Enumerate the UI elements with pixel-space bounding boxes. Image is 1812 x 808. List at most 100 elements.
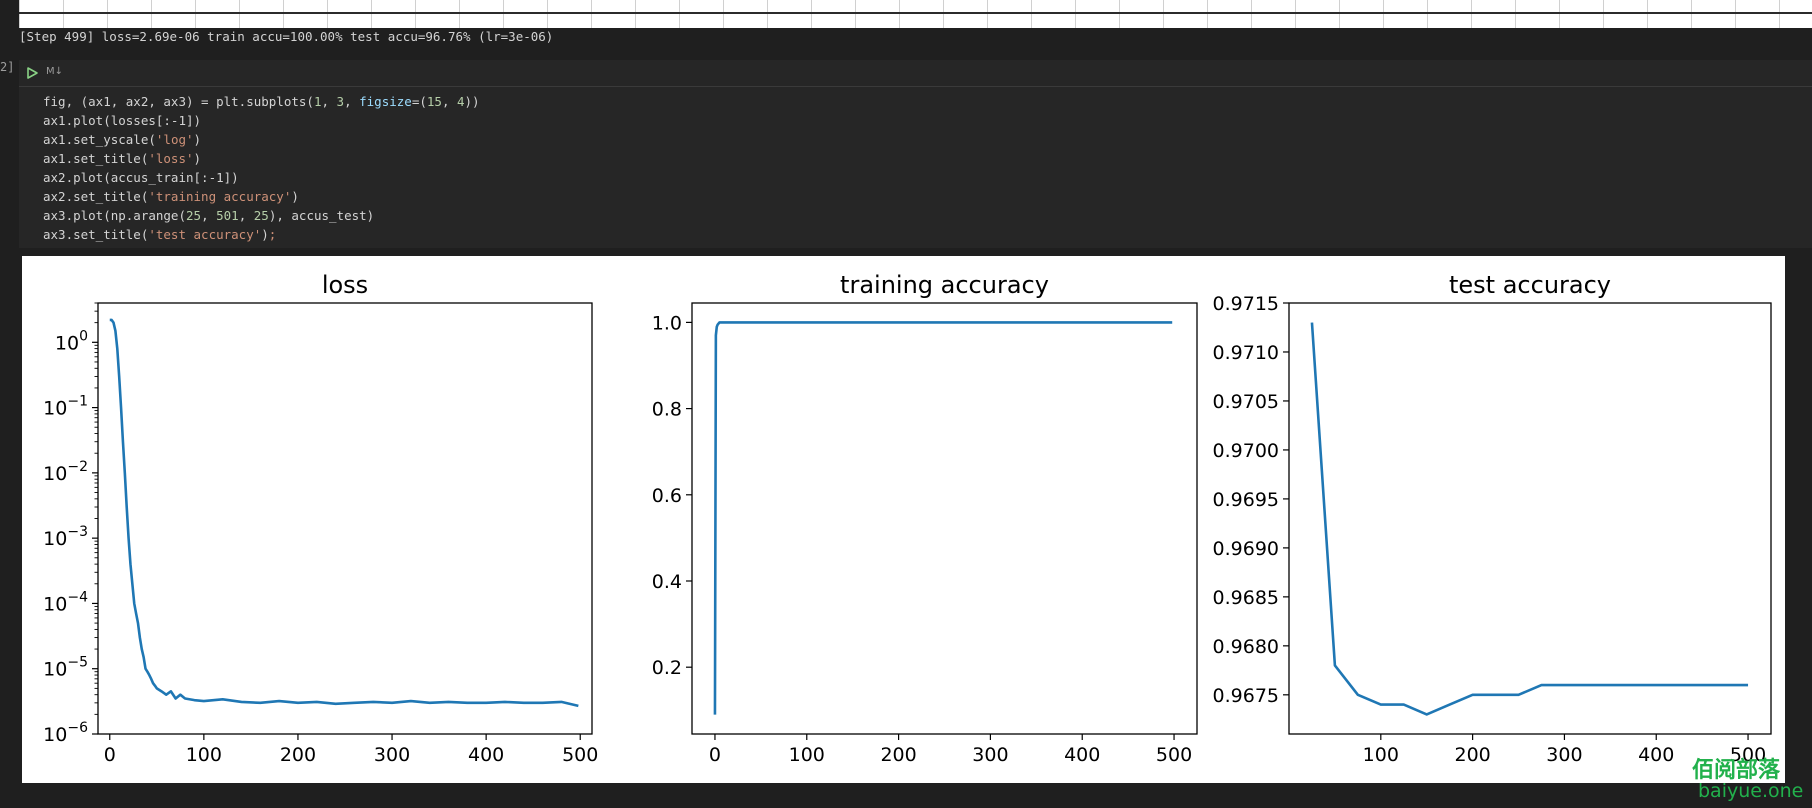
code-token: 'training accuracy' [148, 189, 292, 204]
axes-frame [1288, 302, 1772, 735]
y-tick-base: 10 [43, 463, 67, 485]
x-tick-label: 100 [1363, 744, 1399, 766]
y-tick-label: 0.9700 [1213, 440, 1279, 462]
code-token: , [238, 208, 254, 223]
y-tick-label: 10−2 [43, 459, 88, 485]
chart-panel-1: loss0 100 200 300 400 50010010−110−210−310−41… [43, 271, 598, 766]
series-line [109, 318, 579, 708]
code-token: 15 [426, 94, 442, 109]
previous-output-axis-line [19, 12, 1812, 14]
y-tick-label: 10−6 [43, 720, 88, 746]
y-tick-base: 10 [43, 528, 67, 550]
chart-panel-2: training accuracy 0 100 200 300 400 500 0.2 0.4 0… [652, 271, 1198, 766]
code-editor[interactable]: fig, (ax1, ax2, ax3) = plt.subplots(1, 3… [43, 92, 480, 244]
code-token: ) [261, 227, 269, 242]
previous-output-figure-remnant [19, 0, 1812, 28]
x-tick-label: 400 [1064, 744, 1100, 766]
y-tick-label: 0.8 [652, 399, 682, 421]
y-tick-exponent: −1 [67, 394, 88, 410]
code-line: fig, (ax1, ax2, ax3) = plt.subplots(1, 3… [43, 92, 480, 111]
y-tick-label: 10−4 [43, 589, 88, 615]
code-line: ax1.plot(losses[:-1]) [43, 111, 480, 130]
matplotlib-figure: loss0 100 200 300 400 50010010−110−210−310−41… [43, 271, 1772, 766]
training-log-output: [Step 499] loss=2.69e-06 train accu=100.… [19, 29, 554, 44]
y-tick-label: 0.9675 [1213, 685, 1279, 707]
code-token: 501 [216, 208, 239, 223]
chart-title: loss [322, 271, 368, 299]
x-tick-label: 500 [562, 744, 598, 766]
axes-frame [97, 302, 593, 735]
y-tick-exponent: −5 [67, 655, 88, 671]
code-token: ) [193, 151, 202, 166]
previous-output-grid [19, 0, 1812, 28]
code-line: ax3.set_title('test accuracy'); [43, 225, 480, 244]
x-tick-label: 400 [468, 744, 504, 766]
run-cell-icon[interactable] [23, 64, 41, 82]
axes-frame [691, 302, 1198, 735]
y-tick-label: 0.9680 [1213, 636, 1279, 658]
figure-output: loss 0 100 200 300 400 500 100 10−1 10−2 10−3 10−4 1… [22, 256, 1785, 783]
code-token: ax1.plot(losses[:-1]) [43, 113, 202, 128]
execution-count: 2] [0, 60, 15, 74]
code-token: fig, (ax1, ax2, ax3) = plt.subplots( [43, 94, 314, 109]
chart-panel-3: test accuracy100 200 300 400 5000.96750.9680… [1213, 271, 1772, 766]
code-token: 3 [336, 94, 345, 109]
y-tick-label: 10−3 [43, 524, 88, 550]
y-tick-label: 0.9690 [1213, 538, 1279, 560]
code-token: , [344, 94, 360, 109]
code-token: 25 [186, 208, 202, 223]
y-tick-label: 0.9715 [1213, 293, 1279, 315]
x-tick-label: 300 [1546, 744, 1582, 766]
x-tick-label: 200 [880, 744, 916, 766]
code-token: figsize [359, 94, 412, 109]
code-line: ax2.plot(accus_train[:-1]) [43, 168, 480, 187]
y-tick-label: 0.4 [652, 571, 682, 593]
x-tick-label: 0 [104, 744, 116, 766]
watermark-domain: baiyue.one [1698, 780, 1804, 802]
cell-toolbar: M↓ [19, 60, 1812, 87]
code-token: 25 [253, 208, 269, 223]
chart-title: test accuracy [1449, 271, 1611, 299]
code-token: ; [268, 227, 277, 242]
y-tick-base: 10 [43, 659, 67, 681]
code-token: ax3.set_title( [43, 227, 149, 242]
x-tick-label: 300 [374, 744, 410, 766]
code-token: , [441, 94, 457, 109]
code-token: ax2.plot(accus_train[:-1]) [43, 170, 239, 185]
x-tick-label: 100 [186, 744, 222, 766]
y-tick-exponent: 0 [79, 328, 88, 344]
y-tick-label: 10−5 [43, 655, 88, 681]
y-tick-exponent: −2 [67, 459, 88, 475]
y-tick-label: 0.9695 [1213, 489, 1279, 511]
y-tick-base: 10 [55, 332, 79, 354]
y-tick-base: 10 [43, 724, 67, 746]
code-token: ) [291, 189, 299, 204]
y-tick-exponent: −4 [67, 589, 88, 605]
code-line: ax1.set_title('loss') [43, 149, 480, 168]
code-cell[interactable]: M↓ fig, (ax1, ax2, ax3) = plt.subplots(1… [19, 60, 1812, 248]
code-line: ax1.set_yscale('log') [43, 130, 480, 149]
code-line: ax2.set_title('training accuracy') [43, 187, 480, 206]
series-line [1310, 322, 1749, 716]
code-token: ax1.set_yscale( [43, 132, 156, 147]
code-token: ax3.plot(np.arange( [43, 208, 186, 223]
cell-language-badge[interactable]: M↓ [46, 66, 63, 77]
code-token: 'loss' [148, 151, 194, 166]
chart-title: training accuracy [840, 271, 1049, 299]
code-token: , [321, 94, 337, 109]
y-tick-label: 10−1 [43, 394, 88, 420]
x-tick-label: 100 [789, 744, 825, 766]
code-token: 'test accuracy' [148, 227, 262, 242]
x-tick-label: 400 [1638, 744, 1674, 766]
code-token: 4 [457, 94, 465, 109]
x-tick-label: 200 [280, 744, 316, 766]
y-tick-label: 0.9710 [1213, 342, 1279, 364]
x-tick-label: 0 [709, 744, 721, 766]
y-tick-exponent: −3 [67, 524, 88, 540]
y-tick-base: 10 [43, 593, 67, 615]
code-token: ), accus_test) [268, 208, 375, 223]
code-token: ax2.set_title( [43, 189, 149, 204]
y-tick-label: 0.6 [652, 485, 682, 507]
series-line [713, 321, 1173, 715]
code-line: ax3.plot(np.arange(25, 501, 25), accus_t… [43, 206, 480, 225]
